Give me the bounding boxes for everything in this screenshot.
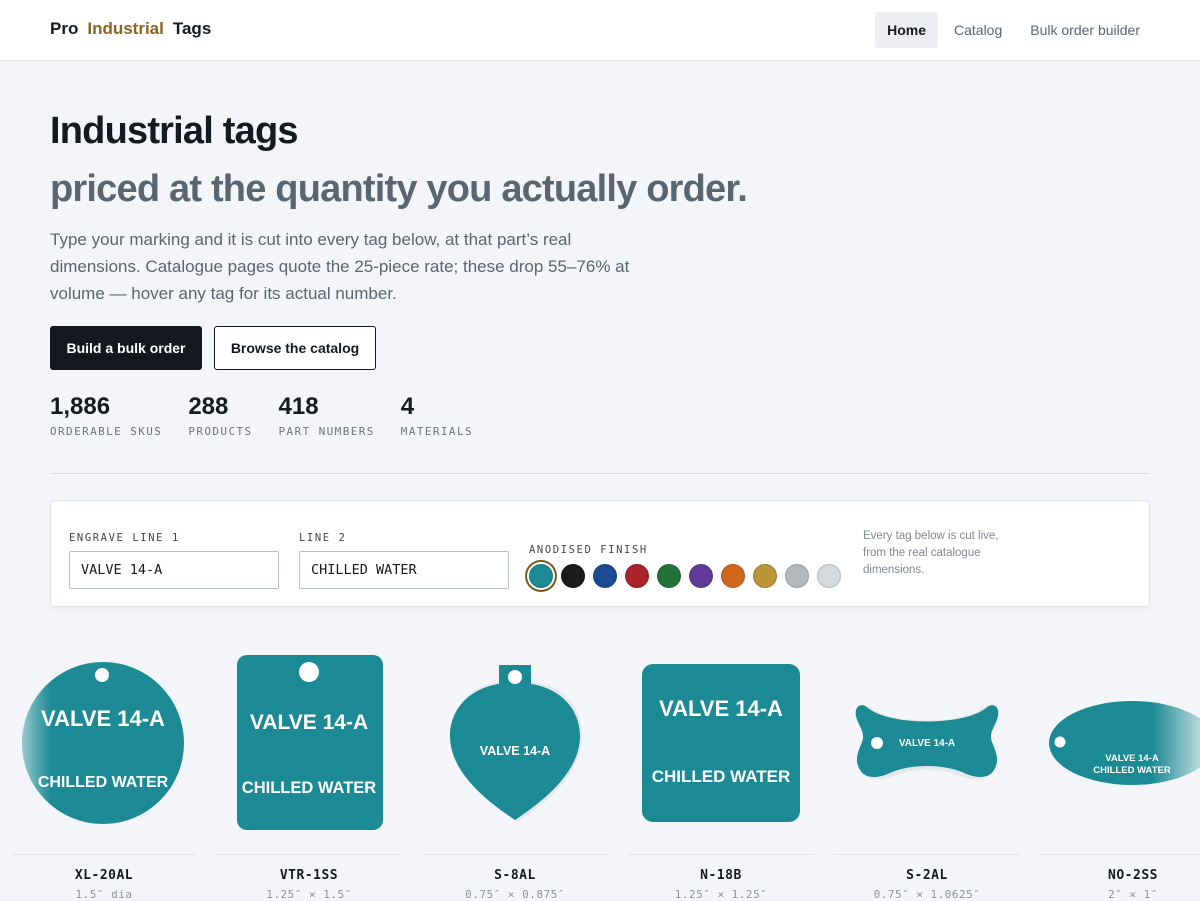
tag-separator (834, 854, 1020, 855)
brand-word-pro: Pro (50, 19, 79, 38)
tag-line2: CHILLED WATER (242, 779, 377, 797)
main-nav: Home Catalog Bulk order builder (875, 12, 1152, 48)
top-navbar: Pro Industrial Tags Home Catalog Bulk or… (0, 0, 1200, 61)
line1-label: ENGRAVE LINE 1 (69, 532, 180, 544)
finish-swatches (529, 564, 841, 588)
stat-value: 4 (400, 393, 415, 420)
finish-swatch-silver[interactable] (785, 564, 809, 588)
nav-home-link[interactable]: Home (875, 12, 938, 48)
stat-label: ORDERABLE SKUS (50, 425, 163, 438)
tag-part-number: S-2AL (906, 868, 948, 883)
hero-title: Industrial tags (50, 110, 299, 152)
stat-materials: 4 MATERIALS (401, 392, 473, 438)
tag-part-number: VTR-1SS (279, 868, 339, 883)
tag-separator (12, 854, 196, 855)
tag-line2: CHILLED WATER (38, 774, 169, 791)
tag-line2: CHILLED WATER (1093, 765, 1171, 776)
finish-swatch-red[interactable] (625, 564, 649, 588)
finish-swatch-green[interactable] (657, 564, 681, 588)
tag-hole (508, 670, 522, 684)
finish-swatch-blue[interactable] (593, 564, 617, 588)
tag-hole (1054, 736, 1066, 748)
stat-part-numbers: 418 PART NUMBERS (279, 392, 375, 438)
stat-label: PRODUCTS (188, 425, 253, 438)
tag-dimensions: 1.5″ dia (75, 888, 133, 901)
tag-gallery: VALVE 14-A CHILLED WATER XL-20AL 1.5″ di… (0, 640, 1200, 901)
line1-field: ENGRAVE LINE 1 (69, 532, 279, 589)
brand-logo[interactable]: Pro Industrial Tags (50, 19, 211, 39)
tag-separator (628, 854, 814, 855)
tag-preview-bone: VALVE 14-A (855, 705, 999, 780)
tag-line1: VALVE 14-A (1105, 753, 1159, 764)
stat-value: 1,886 (50, 393, 111, 420)
tag-line1: VALVE 14-A (41, 706, 165, 731)
tag-shine (22, 662, 184, 824)
tag-preview-oval: VALVE 14-A CHILLED WATER (1049, 701, 1200, 785)
stat-value: 288 (188, 393, 229, 420)
finish-swatch-teal[interactable] (529, 564, 553, 588)
finish-swatch-gold[interactable] (753, 564, 777, 588)
tag-shape (450, 665, 580, 820)
tag-dimensions: 2″ × 1″ (1108, 888, 1158, 901)
build-bulk-order-button[interactable]: Build a bulk order (50, 326, 202, 370)
nav-bulk-order-link[interactable]: Bulk order builder (1018, 12, 1152, 48)
tag-preview-square: VALVE 14-A CHILLED WATER (642, 664, 800, 822)
stat-label: PART NUMBERS (278, 425, 375, 438)
live-cut-note: Every tag below is cut live, from the re… (863, 530, 999, 576)
stat-value: 418 (278, 393, 319, 420)
tag-preview-round: VALVE 14-A CHILLED WATER (22, 662, 184, 824)
tag-card[interactable]: VALVE 14-A CHILLED WATER NO-2SS 2″ × 1″ (1040, 640, 1200, 901)
tag-hole (95, 668, 109, 682)
tag-separator (1040, 854, 1200, 855)
tag-card[interactable]: VALVE 14-A S-8AL 0.75″ × 0.875″ (422, 640, 608, 901)
finish-picker: ANODISED FINISH (529, 544, 841, 588)
finish-swatch-purple[interactable] (689, 564, 713, 588)
tag-card[interactable]: VALVE 14-A S-2AL 0.75″ × 1.0625″ (834, 640, 1020, 901)
tag-card[interactable]: VALVE 14-A CHILLED WATER XL-20AL 1.5″ di… (12, 640, 196, 901)
line2-label: LINE 2 (299, 532, 347, 544)
tag-card[interactable]: VALVE 14-A CHILLED WATER VTR-1SS 1.25″ ×… (216, 640, 402, 901)
line2-field: LINE 2 (299, 532, 509, 589)
tag-line1: VALVE 14-A (250, 711, 368, 734)
stat-skus: 1,886 ORDERABLE SKUS (50, 392, 162, 438)
hero-lead-text: Type your marking and it is cut into eve… (50, 230, 630, 303)
tag-dimensions: 0.75″ × 1.0625″ (873, 888, 981, 901)
section-divider (50, 473, 1150, 474)
tag-line2: CHILLED WATER (652, 767, 791, 786)
stats-row: 1,886 ORDERABLE SKUS 288 PRODUCTS 418 PA… (50, 392, 499, 438)
tag-separator (216, 854, 402, 855)
finish-swatch-orange[interactable] (721, 564, 745, 588)
tag-part-number: S-8AL (494, 868, 536, 883)
tag-preview-shield: VALVE 14-A (450, 665, 582, 822)
finish-swatch-light-silver[interactable] (817, 564, 841, 588)
tag-part-number: NO-2SS (1108, 868, 1158, 883)
tag-dimensions: 1.25″ × 1.5″ (266, 888, 352, 901)
nav-catalog-link[interactable]: Catalog (942, 12, 1014, 48)
brand-word-tags: Tags (172, 19, 212, 38)
tag-hole (871, 737, 883, 749)
tag-separator (422, 854, 608, 855)
tag-hole (299, 662, 319, 682)
finish-swatch-black[interactable] (561, 564, 585, 588)
brand-word-industrial: Industrial (87, 19, 164, 38)
engrave-control-panel: ENGRAVE LINE 1 LINE 2 ANODISED FINISH Ev… (50, 500, 1150, 607)
finish-label: ANODISED FINISH (529, 544, 648, 556)
tag-shape (642, 664, 800, 822)
stat-products: 288 PRODUCTS (188, 392, 252, 438)
tag-line1: VALVE 14-A (659, 696, 783, 721)
tag-line1: VALVE 14-A (480, 744, 550, 758)
engrave-line2-input[interactable] (299, 551, 509, 589)
stat-label: MATERIALS (400, 425, 473, 438)
tag-card[interactable]: VALVE 14-A CHILLED WATER N-18B 1.25″ × 1… (628, 640, 814, 901)
tag-dimensions: 1.25″ × 1.25″ (674, 888, 768, 901)
engrave-line1-input[interactable] (69, 551, 279, 589)
tag-line1: VALVE 14-A (899, 738, 955, 749)
tag-part-number: XL-20AL (74, 868, 134, 883)
hero-subtitle: priced at the quantity you actually orde… (50, 168, 748, 210)
tag-dimensions: 0.75″ × 0.875″ (465, 888, 565, 901)
tag-part-number: N-18B (700, 868, 742, 883)
tag-preview-rectangle: VALVE 14-A CHILLED WATER (237, 655, 383, 830)
browse-catalog-button[interactable]: Browse the catalog (214, 326, 376, 370)
